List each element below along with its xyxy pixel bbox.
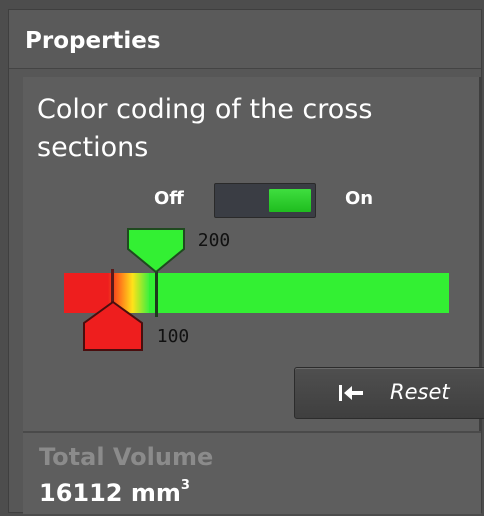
toggle-knob[interactable]	[269, 189, 311, 212]
toggle-off-label: Off	[154, 188, 184, 209]
total-volume-label: Total Volume	[39, 443, 214, 471]
lower-marker-shape	[83, 300, 143, 351]
properties-panel: Properties Color coding of the cross sec…	[8, 9, 484, 514]
lower-marker-value: 100	[156, 326, 190, 347]
reset-label: Reset	[390, 380, 450, 404]
bar-high-segment	[149, 273, 449, 313]
upper-handle-line	[155, 269, 158, 317]
total-volume-section: Total Volume 16112 mm3	[23, 431, 481, 514]
color-coding-toggle[interactable]	[214, 183, 316, 218]
toggle-on-label: On	[345, 188, 374, 209]
volume-unit-exponent: 3	[180, 478, 190, 493]
total-volume-value: 16112 mm3	[39, 478, 190, 507]
reset-button[interactable]: Reset	[294, 367, 484, 419]
threshold-slider[interactable]: 200 100	[23, 227, 479, 357]
upper-marker-shape	[127, 228, 185, 274]
upper-threshold-handle[interactable]: 200	[127, 227, 230, 274]
upper-marker-value: 200	[197, 230, 231, 251]
color-coding-section: Color coding of the cross sections Off O…	[23, 77, 484, 431]
volume-number: 16112 mm	[39, 479, 181, 507]
panel-title: Properties	[25, 28, 161, 54]
lower-threshold-handle[interactable]: 100	[83, 300, 189, 351]
color-coding-toggle-row: Off On	[23, 183, 479, 219]
skip-to-start-icon	[337, 382, 365, 404]
section-title: Color coding of the cross sections	[37, 94, 373, 163]
panel-header: Properties	[9, 10, 481, 69]
